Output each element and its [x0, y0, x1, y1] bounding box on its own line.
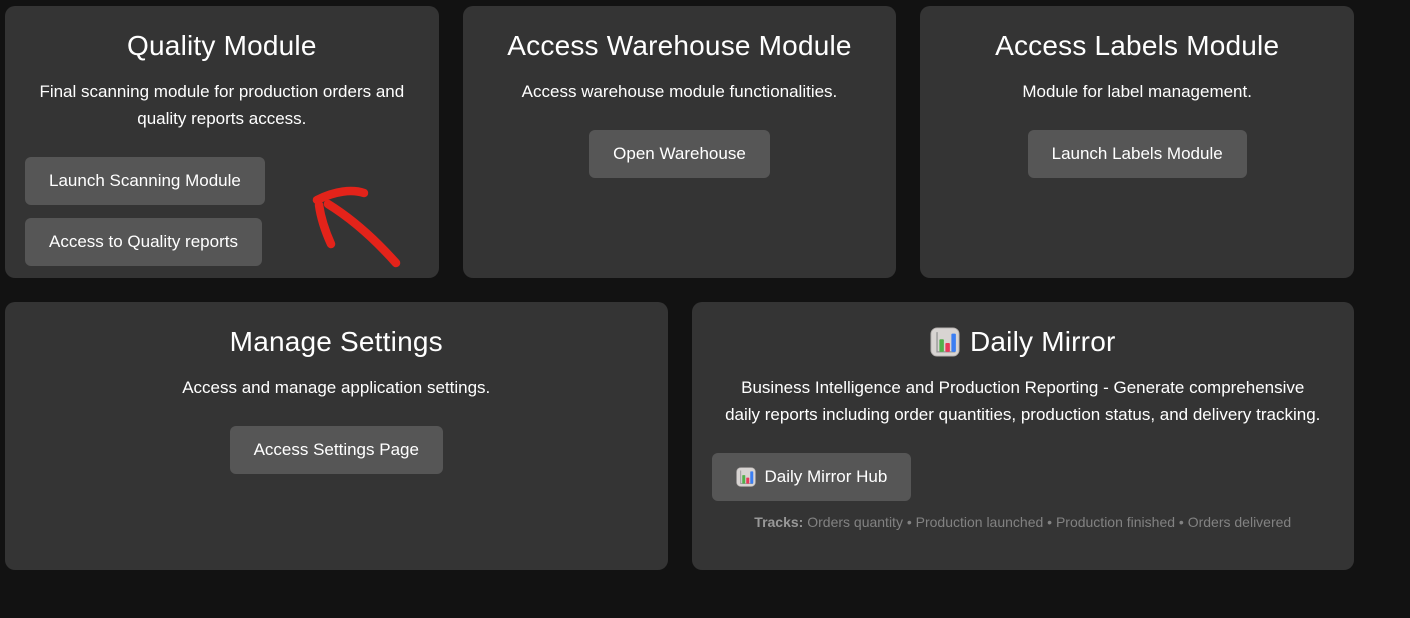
manage-settings-actions: Access Settings Page — [25, 426, 648, 474]
open-warehouse-button[interactable]: Open Warehouse — [589, 130, 770, 178]
daily-mirror-description: Business Intelligence and Production Rep… — [723, 374, 1323, 428]
daily-mirror-actions: Daily Mirror Hub — [712, 453, 1335, 501]
daily-mirror-hub-button-label: Daily Mirror Hub — [765, 467, 888, 487]
card-daily-mirror: Daily Mirror Business Intelligence and P… — [692, 302, 1355, 570]
manage-settings-title: Manage Settings — [25, 326, 648, 358]
card-access-labels-module: Access Labels Module Module for label ma… — [920, 6, 1354, 278]
daily-mirror-hub-button[interactable]: Daily Mirror Hub — [712, 453, 912, 501]
bar-chart-icon — [930, 327, 960, 357]
warehouse-module-actions: Open Warehouse — [483, 130, 877, 178]
access-quality-reports-button[interactable]: Access to Quality reports — [25, 218, 262, 266]
bar-chart-icon — [736, 467, 756, 487]
bottom-card-row: Manage Settings Access and manage applic… — [5, 302, 1354, 570]
quality-module-description: Final scanning module for production ord… — [25, 78, 419, 132]
tracks-summary: Tracks: Orders quantity • Production lau… — [712, 514, 1335, 530]
daily-mirror-title-text: Daily Mirror — [970, 326, 1116, 358]
launch-scanning-module-button[interactable]: Launch Scanning Module — [25, 157, 265, 205]
quality-module-title: Quality Module — [25, 30, 419, 62]
tracks-label: Tracks: — [754, 514, 803, 530]
card-access-warehouse-module: Access Warehouse Module Access warehouse… — [463, 6, 897, 278]
manage-settings-description: Access and manage application settings. — [25, 374, 648, 401]
modules-dashboard: Quality Module Final scanning module for… — [0, 0, 1410, 618]
card-manage-settings: Manage Settings Access and manage applic… — [5, 302, 668, 570]
labels-module-description: Module for label management. — [940, 78, 1334, 105]
access-settings-page-button[interactable]: Access Settings Page — [230, 426, 443, 474]
tracks-items: Orders quantity • Production launched • … — [807, 514, 1291, 530]
warehouse-module-description: Access warehouse module functionalities. — [483, 78, 877, 105]
daily-mirror-title: Daily Mirror — [712, 326, 1335, 358]
labels-module-title: Access Labels Module — [940, 30, 1334, 62]
labels-module-actions: Launch Labels Module — [940, 130, 1334, 178]
top-card-row: Quality Module Final scanning module for… — [5, 6, 1354, 278]
quality-module-actions: Launch Scanning Module Access to Quality… — [25, 157, 419, 266]
card-quality-module: Quality Module Final scanning module for… — [5, 6, 439, 278]
warehouse-module-title: Access Warehouse Module — [483, 30, 877, 62]
launch-labels-module-button[interactable]: Launch Labels Module — [1028, 130, 1247, 178]
